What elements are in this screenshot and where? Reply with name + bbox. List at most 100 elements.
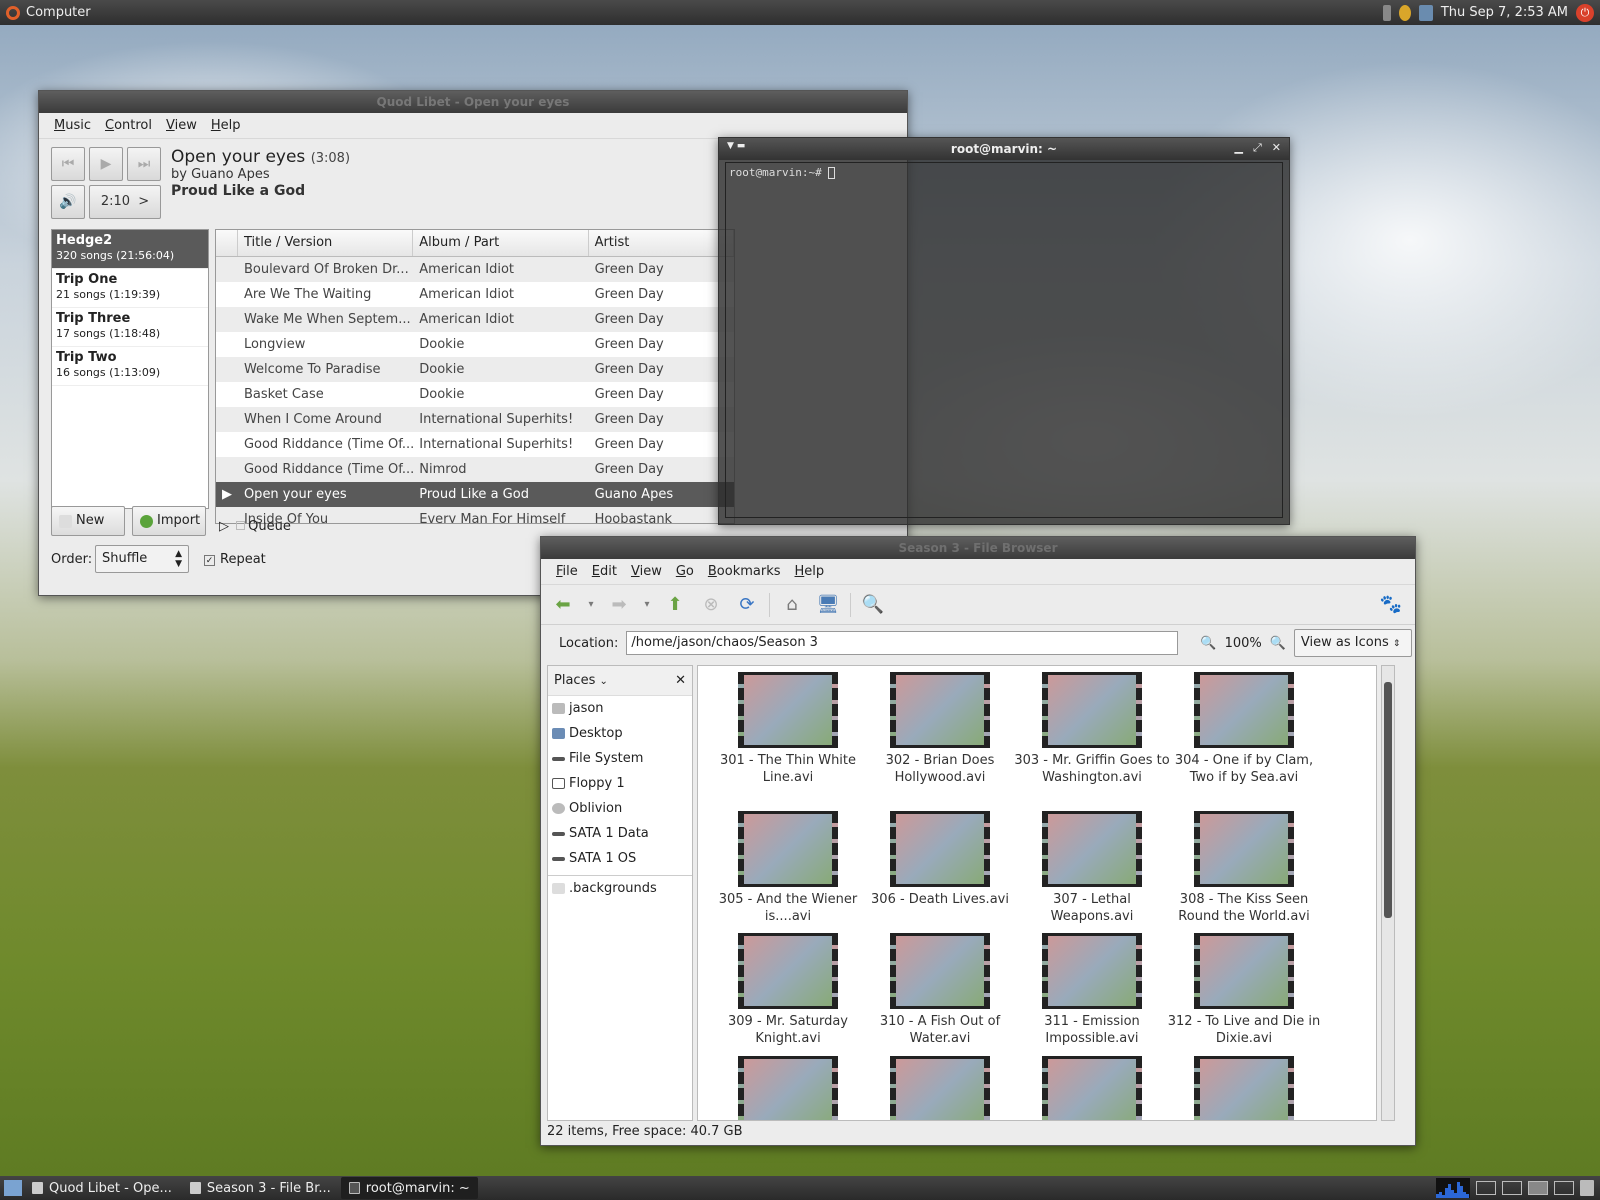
table-row[interactable]: Are We The Waiting American Idiot Green Da… xyxy=(216,282,734,307)
table-row[interactable]: Inside Of You Every Man For Himself Hoobas… xyxy=(216,507,734,523)
place-jason[interactable]: jason xyxy=(548,696,692,721)
table-row[interactable]: Good Riddance (Time Of... Nimrod Green Day xyxy=(216,457,734,482)
vertical-scrollbar[interactable] xyxy=(1381,665,1395,1121)
playlist-item[interactable]: Trip Three 17 songs (1:18:48) xyxy=(52,308,208,347)
new-playlist-button[interactable]: New xyxy=(51,506,125,536)
file-item[interactable] xyxy=(1166,1056,1322,1120)
playlist-item[interactable]: Trip Two 16 songs (1:13:09) xyxy=(52,347,208,386)
repeat-checkbox[interactable]: ✓ xyxy=(204,555,215,566)
file-item[interactable]: 307 - Lethal Weapons.avi xyxy=(1014,811,1170,925)
table-row[interactable]: Good Riddance (Time Of... International S… xyxy=(216,432,734,457)
queue-checkbox[interactable] xyxy=(236,521,246,530)
file-item[interactable]: 303 - Mr. Griffin Goes to Washington.avi xyxy=(1014,672,1170,786)
place-desktop[interactable]: Desktop xyxy=(548,721,692,746)
maximize-icon[interactable]: ⤢ xyxy=(1253,141,1262,155)
place-oblivion[interactable]: Oblivion xyxy=(548,796,692,821)
place-floppy[interactable]: Floppy 1 xyxy=(548,771,692,796)
scrollbar-thumb[interactable] xyxy=(1384,682,1392,918)
column-header-artist[interactable]: Artist xyxy=(589,230,734,256)
table-row[interactable]: Longview Dookie Green Day xyxy=(216,332,734,357)
file-item[interactable]: 310 - A Fish Out of Water.avi xyxy=(862,933,1018,1047)
table-row[interactable]: Boulevard Of Broken Dr... American Idiot G… xyxy=(216,257,734,282)
taskbar-item-quodlibet[interactable]: Quod Libet - Ope... xyxy=(24,1177,180,1199)
playlist-item[interactable]: Hedge2 320 songs (21:56:04) xyxy=(52,230,208,269)
menu-edit[interactable]: Edit xyxy=(585,564,624,579)
back-icon[interactable]: ⬅ xyxy=(549,591,577,619)
stop-icon[interactable]: ⊗ xyxy=(697,591,725,619)
window-title[interactable]: Quod Libet - Open your eyes xyxy=(39,91,907,113)
window-title[interactable]: root@marvin: ~ xyxy=(719,138,1289,160)
view-mode-select[interactable]: View as Icons ⇕ xyxy=(1293,629,1412,657)
show-desktop-icon[interactable] xyxy=(4,1180,22,1196)
file-item[interactable]: 304 - One if by Clam, Two if by Sea.avi xyxy=(1166,672,1322,786)
file-item[interactable]: 308 - The Kiss Seen Round the World.avi xyxy=(1166,811,1322,925)
clock[interactable]: Thu Sep 7, 2:53 AM xyxy=(1441,5,1568,20)
forward-dropdown-icon[interactable]: ▾ xyxy=(641,591,653,619)
system-monitor-icon[interactable] xyxy=(1418,4,1433,21)
places-dropdown[interactable]: Places ⌄ xyxy=(554,673,608,688)
trash-icon[interactable] xyxy=(1580,1180,1594,1196)
file-item[interactable]: 311 - Emission Impossible.avi xyxy=(1014,933,1170,1047)
file-item[interactable] xyxy=(710,1056,866,1120)
volume-button[interactable]: 🔊 xyxy=(51,185,85,219)
menu-control[interactable]: Control xyxy=(98,118,159,133)
file-item[interactable]: 301 - The Thin White Line.avi xyxy=(710,672,866,786)
play-button[interactable]: ▶ xyxy=(89,147,123,181)
zoom-in-icon[interactable]: 🔍 xyxy=(1270,636,1286,651)
queue-expander[interactable]: ▷ Queue xyxy=(219,519,291,534)
table-row[interactable]: When I Come Around International Superhit… xyxy=(216,407,734,432)
repeat-toggle[interactable]: ✓ Repeat xyxy=(204,552,266,567)
terminal-body[interactable]: root@marvin:~# xyxy=(725,162,1283,518)
forward-icon[interactable]: ➡ xyxy=(605,591,633,619)
menu-help[interactable]: Help xyxy=(204,118,248,133)
column-header-album[interactable]: Album / Part xyxy=(413,230,589,256)
column-header-status[interactable] xyxy=(216,230,238,256)
menu-view[interactable]: View xyxy=(624,564,669,579)
close-icon[interactable]: ✕ xyxy=(1272,141,1281,155)
file-item[interactable] xyxy=(862,1056,1018,1120)
import-button[interactable]: Import xyxy=(132,506,206,536)
workspace-3[interactable] xyxy=(1528,1181,1548,1195)
reload-icon[interactable]: ⟳ xyxy=(733,591,761,619)
minimize-icon[interactable]: ▁ xyxy=(1235,141,1243,155)
table-row[interactable]: Wake Me When Septem... American Idiot Gree… xyxy=(216,307,734,332)
file-item[interactable] xyxy=(1014,1056,1170,1120)
close-icon[interactable]: ✕ xyxy=(675,673,686,688)
place-sata1-data[interactable]: SATA 1 Data xyxy=(548,821,692,846)
workspace-1[interactable] xyxy=(1476,1181,1496,1195)
file-item[interactable]: 309 - Mr. Saturday Knight.avi xyxy=(710,933,866,1047)
zoom-out-icon[interactable]: 🔍 xyxy=(1200,636,1216,651)
column-header-title[interactable]: Title / Version xyxy=(238,230,414,256)
window-title[interactable]: Season 3 - File Browser xyxy=(541,537,1415,559)
computer-icon[interactable]: 🖥 xyxy=(814,591,842,619)
order-select[interactable]: Shuffle ▲ ▼ xyxy=(95,545,189,573)
window-menu-icon[interactable]: ▼ ▬ xyxy=(727,141,745,151)
place-sata1-os[interactable]: SATA 1 OS xyxy=(548,846,692,871)
menu-file[interactable]: File xyxy=(549,564,585,579)
file-item[interactable]: 312 - To Live and Die in Dixie.avi xyxy=(1166,933,1322,1047)
menu-bookmarks[interactable]: Bookmarks xyxy=(701,564,788,579)
table-row[interactable]: Basket Case Dookie Green Day xyxy=(216,382,734,407)
applications-menu[interactable]: Computer xyxy=(0,5,91,20)
playlist-item[interactable]: Trip One 21 songs (1:19:39) xyxy=(52,269,208,308)
up-icon[interactable]: ⬆ xyxy=(661,591,689,619)
seek-button[interactable]: 2:10 > xyxy=(89,185,161,219)
previous-button[interactable]: ⏮ xyxy=(51,147,85,181)
table-row[interactable]: ▶ Open your eyes Proud Like a God Guano Ape… xyxy=(216,482,734,507)
place-file-system[interactable]: File System xyxy=(548,746,692,771)
menu-music[interactable]: Music xyxy=(47,118,98,133)
menu-help[interactable]: Help xyxy=(788,564,832,579)
menu-go[interactable]: Go xyxy=(669,564,701,579)
network-icon[interactable] xyxy=(1382,4,1391,21)
table-row[interactable]: Welcome To Paradise Dookie Green Day xyxy=(216,357,734,382)
next-button[interactable]: ⏭ xyxy=(127,147,161,181)
taskbar-item-file-browser[interactable]: Season 3 - File Br... xyxy=(182,1177,339,1199)
workspace-4[interactable] xyxy=(1554,1181,1574,1195)
menu-view[interactable]: View xyxy=(159,118,204,133)
file-item[interactable]: 302 - Brian Does Hollywood.avi xyxy=(862,672,1018,786)
search-icon[interactable]: 🔍 xyxy=(859,591,887,619)
user-icon[interactable] xyxy=(1398,4,1411,21)
taskbar-item-terminal[interactable]: root@marvin: ~ xyxy=(340,1177,478,1199)
power-icon[interactable]: ⏻ xyxy=(1576,3,1594,22)
home-icon[interactable]: ⌂ xyxy=(778,591,806,619)
